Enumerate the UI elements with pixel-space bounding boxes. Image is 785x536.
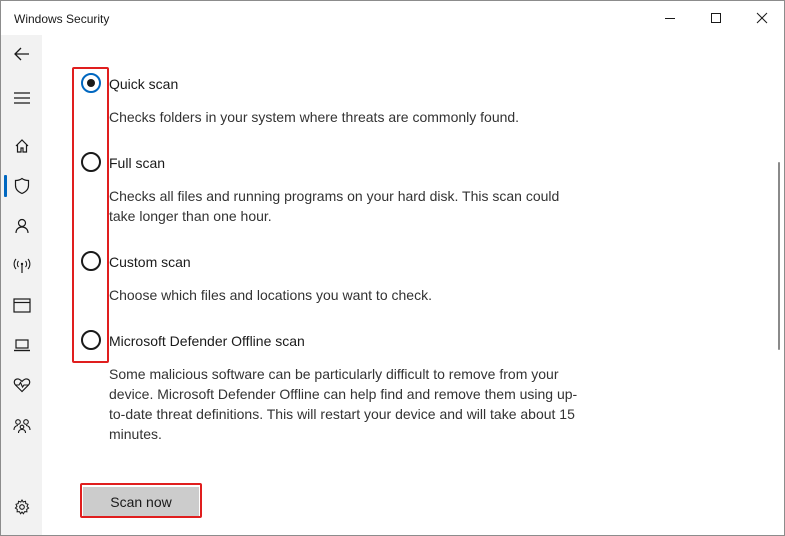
title-bar: Windows Security [1,1,784,35]
person-icon [14,218,29,234]
custom-scan-label[interactable]: Custom scan [109,254,191,270]
minimize-button[interactable] [647,1,693,35]
window-title: Windows Security [14,12,110,26]
sidebar-item-family-options[interactable] [1,411,42,441]
sidebar-item-firewall-network[interactable] [1,251,42,281]
sidebar-item-app-browser-control[interactable] [1,290,42,320]
sidebar-item-settings[interactable] [1,492,42,522]
menu-button[interactable] [1,83,42,113]
heart-pulse-icon [13,378,30,393]
scan-options-panel: Quick scan Checks folders in your system… [42,35,784,535]
quick-scan-label[interactable]: Quick scan [109,76,178,92]
browser-window-icon [12,297,31,313]
windows-security-window: Windows Security Quick scan Checks folde… [0,0,785,536]
scrollbar-thumb[interactable] [778,162,780,350]
wireless-antenna-icon [13,258,30,273]
family-icon [12,419,31,434]
offline-scan-label[interactable]: Microsoft Defender Offline scan [109,333,305,349]
sidebar-item-virus-threat-protection[interactable] [1,171,42,201]
laptop-icon [13,339,30,352]
custom-scan-description: Choose which files and locations you wan… [109,287,432,303]
sidebar-item-device-security[interactable] [1,330,42,360]
radio-highlight-frame [72,67,109,363]
maximize-button[interactable] [693,1,739,35]
home-icon [15,139,28,153]
full-scan-description: Checks all files and running programs on… [109,188,560,224]
minimize-icon [665,18,675,19]
close-icon [756,12,768,24]
quick-scan-description: Checks folders in your system where thre… [109,109,520,125]
full-scan-label[interactable]: Full scan [109,155,165,171]
back-arrow-icon [13,47,29,61]
back-button[interactable] [1,39,42,69]
sidebar-item-device-performance[interactable] [1,370,42,400]
close-button[interactable] [739,1,785,35]
sidebar-nav [1,35,42,535]
gear-icon [14,499,29,515]
shield-icon [14,177,29,195]
scan-now-button[interactable]: Scan now [83,487,199,516]
sidebar-item-home[interactable] [1,131,42,161]
sidebar-item-account-protection[interactable] [1,211,42,241]
offline-scan-description: Some malicious software can be particula… [109,366,578,442]
hamburger-menu-icon [13,92,30,104]
maximize-icon [711,13,721,23]
